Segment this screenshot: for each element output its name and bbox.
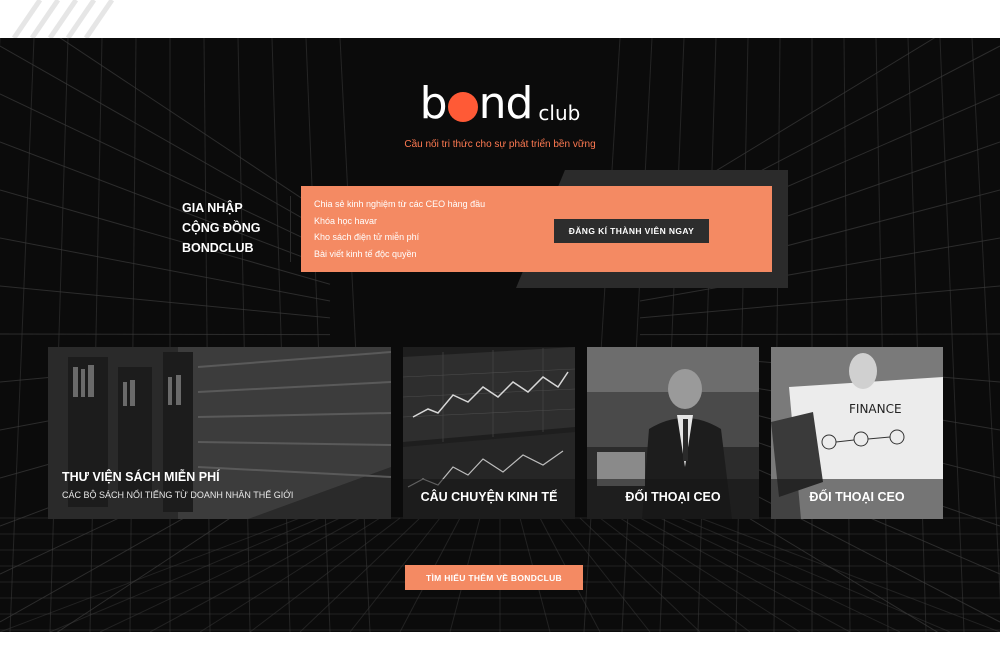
card-ceo-dialogue-finance[interactable]: FINANCE ĐỐI THOẠI CEO	[771, 347, 943, 519]
benefit-item: Chia sẻ kinh nghiệm từ các CEO hàng đầu	[314, 199, 486, 209]
signup-member-button[interactable]: ĐĂNG KÍ THÀNH VIÊN NGAY	[554, 219, 709, 243]
join-heading: GIA NHẬP CỘNG ĐỒNG BONDCLUB	[182, 201, 261, 255]
card-title: THƯ VIỆN SÁCH MIỄN PHÍ	[62, 470, 220, 484]
learn-more-button[interactable]: TÌM HIỂU THÊM VỀ BONDCLUB	[405, 565, 583, 590]
logo-club-text: club	[538, 101, 581, 125]
membership-promo-box: Chia sẻ kinh nghiệm từ các CEO hàng đầu …	[301, 186, 772, 272]
benefit-item: Khóa học havar	[314, 215, 378, 226]
logo-orange-dot	[447, 92, 478, 122]
benefit-item: Bài viết kinh tế độc quyền	[314, 248, 417, 259]
card-title: CÂU CHUYỆN KINH TẾ	[420, 490, 558, 504]
card-free-library[interactable]: THƯ VIỆN SÁCH MIỄN PHÍ CÁC BỘ SÁCH NỔI T…	[48, 347, 391, 519]
card-ceo-dialogue[interactable]: ĐỐI THOẠI CEO	[587, 347, 759, 519]
card-title: ĐỐI THOẠI CEO	[625, 490, 721, 504]
benefit-list: Chia sẻ kinh nghiệm từ các CEO hàng đầu …	[314, 196, 485, 262]
svg-text:FINANCE: FINANCE	[849, 402, 902, 416]
bondclub-logo[interactable]: b nd club	[0, 82, 1000, 126]
benefit-item: Kho sách điện tử miễn phí	[314, 232, 420, 242]
tagline: Cầu nối tri thức cho sự phát triển bền v…	[404, 139, 596, 150]
card-title: ĐỐI THOẠI CEO	[809, 490, 905, 504]
divider	[290, 196, 291, 262]
corner-stripes-decoration	[11, 0, 115, 38]
logo-wordmark: b nd	[419, 78, 534, 129]
bondclub-section: b nd club Cầu nối tri thức cho sự phát tr…	[0, 38, 1000, 632]
card-economic-stories[interactable]: CÂU CHUYỆN KINH TẾ	[403, 347, 575, 519]
card-subtitle: CÁC BỘ SÁCH NỔI TIẾNG TỪ DOANH NHÂN THẾ …	[62, 490, 294, 500]
